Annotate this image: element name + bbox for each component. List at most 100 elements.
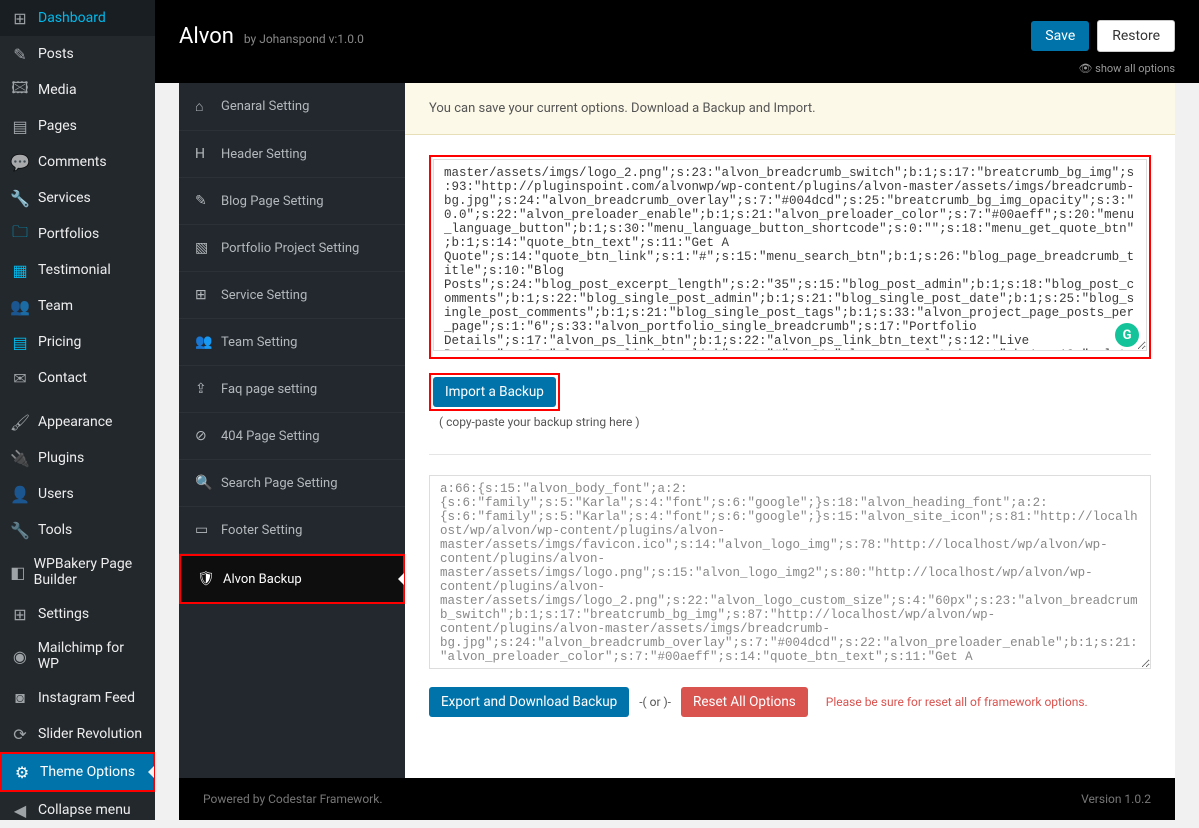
sidebar-item-appearance[interactable]: 🖌Appearance: [0, 404, 155, 440]
team-icon: 👥: [195, 334, 211, 350]
footer-left: Powered by Codestar Framework.: [203, 792, 382, 806]
sidebar-item-team[interactable]: 👥Team: [0, 288, 155, 324]
option-tab-footer[interactable]: ▭ Footer Setting: [179, 507, 405, 554]
pricing-icon: ▤: [10, 332, 30, 352]
sidebar-item-plugins[interactable]: 🔌Plugins: [0, 440, 155, 476]
sidebar-item-label: Comments: [38, 154, 107, 170]
sidebar-item-label: Collapse menu: [38, 802, 131, 818]
sidebar-item-mailchimp[interactable]: ◉Mailchimp for WP: [0, 632, 155, 680]
theme-subtitle: by Johanspond v:1.0.0: [244, 32, 364, 46]
sidebar-item-services[interactable]: 🔧Services: [0, 180, 155, 216]
option-tab-404[interactable]: ⊘ 404 Page Setting: [179, 413, 405, 460]
sidebar-item-slider[interactable]: ⟳Slider Revolution: [0, 716, 155, 752]
option-tab-label: Service Setting: [221, 288, 307, 303]
option-tab-search[interactable]: 🔍 Search Page Setting: [179, 460, 405, 507]
blog-icon: ✎: [195, 193, 211, 209]
sidebar-item-label: Dashboard: [38, 10, 106, 26]
reset-all-button[interactable]: Reset All Options: [681, 687, 808, 717]
option-tab-label: Header Setting: [221, 147, 307, 162]
general-icon: ⌂: [195, 98, 211, 115]
restore-button[interactable]: Restore: [1097, 20, 1175, 52]
sidebar-item-label: WPBakery Page Builder: [34, 556, 147, 588]
sidebar-item-instagram[interactable]: ◙Instagram Feed: [0, 680, 155, 716]
divider: [429, 454, 1151, 455]
sidebar-item-label: Theme Options: [40, 764, 135, 780]
service-icon: ⊞: [195, 287, 211, 303]
wpbakery-icon: ◧: [10, 562, 26, 582]
main-content: Alvon by Johanspond v:1.0.0 Save Restore…: [155, 0, 1199, 820]
option-tab-label: Footer Setting: [221, 523, 302, 538]
sidebar-item-comments[interactable]: 💬 Comments: [0, 144, 155, 180]
testimonial-icon: ▦: [10, 260, 30, 280]
option-tab-label: 404 Page Setting: [221, 429, 320, 444]
option-tab-label: Genaral Setting: [221, 99, 309, 114]
sidebar-item-label: Contact: [38, 370, 87, 386]
option-tab-portfolio[interactable]: ▧Portfolio Project Setting: [179, 225, 405, 272]
footer-right: Version 1.0.2: [1081, 792, 1151, 806]
sidebar-item-tools[interactable]: 🔧 Tools: [0, 512, 155, 548]
dashboard-icon: ⊞: [10, 8, 30, 28]
option-tab-label: Alvon Backup: [223, 572, 302, 587]
sidebar-item-wpbakery[interactable]: ◧ WPBakery Page Builder: [0, 548, 155, 596]
sidebar-item-posts[interactable]: ✎ Posts: [0, 36, 155, 72]
option-tab-label: Portfolio Project Setting: [221, 241, 359, 256]
theme-title: Alvon: [179, 24, 234, 49]
sidebar-item-label: Instagram Feed: [38, 690, 135, 706]
collapse-icon: ◀: [10, 800, 30, 820]
sidebar-item-label: Services: [38, 190, 91, 206]
slider-icon: ⟳: [10, 724, 30, 744]
import-backup-button[interactable]: Import a Backup: [433, 377, 556, 407]
option-tab-label: Search Page Setting: [221, 476, 338, 491]
wp-admin-sidebar: ⊞Dashboard✎Posts🖾Media▤Pages💬Comments🔧Se…: [0, 0, 155, 820]
sidebar-item-settings[interactable]: ⊞Settings: [0, 596, 155, 632]
option-tab-service[interactable]: ⊞ Service Setting: [179, 272, 405, 319]
option-tab-backup[interactable]: 🛡 Alvon Backup: [179, 554, 405, 604]
sidebar-item-label: Portfolios: [38, 226, 99, 242]
sidebar-item-pages[interactable]: ▤Pages: [0, 108, 155, 144]
theme-header: Alvon by Johanspond v:1.0.0 Save Restore: [155, 0, 1199, 60]
theme-options-icon: ⚙: [12, 762, 32, 782]
sidebar-item-theme-options[interactable]: ⚙ Theme Options: [0, 752, 155, 792]
sidebar-item-label: Testimonial: [38, 262, 111, 278]
footer-icon: ▭: [195, 522, 211, 538]
backup-panel: You can save your current options. Downl…: [405, 83, 1175, 778]
contact-icon: ✉: [10, 368, 30, 388]
export-download-button[interactable]: Export and Download Backup: [429, 687, 629, 717]
show-all-options-link[interactable]: 👁 show all options: [155, 60, 1199, 83]
sidebar-item-media[interactable]: 🖾Media: [0, 72, 155, 108]
sidebar-item-collapse[interactable]: ◀ Collapse menu: [0, 792, 155, 828]
option-tab-team[interactable]: 👥 Team Setting: [179, 319, 405, 366]
sidebar-item-contact[interactable]: ✉ Contact: [0, 360, 155, 396]
sidebar-item-label: Tools: [38, 522, 72, 538]
404-icon: ⊘: [195, 428, 211, 444]
comments-icon: 💬: [10, 152, 30, 172]
appearance-icon: 🖌: [10, 412, 30, 432]
notice-bar: You can save your current options. Downl…: [405, 83, 1175, 135]
sidebar-item-label: Media: [38, 82, 77, 98]
header-icon: H: [195, 146, 211, 162]
sidebar-item-dashboard[interactable]: ⊞ Dashboard: [0, 0, 155, 36]
import-textarea[interactable]: [433, 159, 1147, 351]
option-tab-general[interactable]: ⌂ Genaral Setting: [179, 83, 405, 131]
reset-warning: Please be sure for reset all of framewor…: [826, 695, 1088, 709]
search-icon: 🔍: [195, 475, 211, 491]
posts-icon: ✎: [10, 44, 30, 64]
save-button[interactable]: Save: [1031, 21, 1089, 51]
settings-icon: ⊞: [10, 604, 30, 624]
sidebar-item-users[interactable]: 👤 Users: [0, 476, 155, 512]
option-tab-label: Team Setting: [221, 335, 297, 350]
sidebar-item-testimonial[interactable]: ▦ Testimonial: [0, 252, 155, 288]
sidebar-item-pricing[interactable]: ▤Pricing: [0, 324, 155, 360]
export-textarea[interactable]: [429, 475, 1151, 669]
users-icon: 👤: [10, 484, 30, 504]
sidebar-item-label: Posts: [38, 46, 74, 62]
option-tab-faq[interactable]: ⇪Faq page setting: [179, 366, 405, 413]
option-tab-blog[interactable]: ✎Blog Page Setting: [179, 178, 405, 225]
mailchimp-icon: ◉: [10, 646, 30, 666]
sidebar-item-label: Users: [38, 486, 74, 502]
option-tab-header[interactable]: H Header Setting: [179, 131, 405, 178]
sidebar-item-portfolios[interactable]: 🗀Portfolios: [0, 216, 155, 252]
grammarly-icon[interactable]: [1115, 323, 1139, 347]
backup-icon: 🛡: [197, 571, 213, 587]
tools-icon: 🔧: [10, 520, 30, 540]
